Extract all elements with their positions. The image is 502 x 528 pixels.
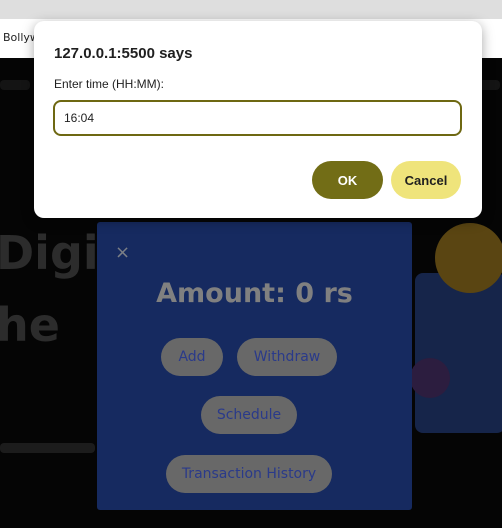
hero-heading-line: he: [0, 298, 60, 352]
browser-tab-strip: [0, 0, 502, 19]
hero-illustration-shape: [410, 358, 450, 398]
withdraw-button[interactable]: Withdraw: [237, 338, 337, 376]
dialog-title: 127.0.0.1:5500 says: [54, 45, 193, 62]
amount-display: Amount: 0 rs: [156, 278, 353, 309]
hero-illustration-coin: [435, 223, 502, 293]
hero-illustration-card: [415, 273, 502, 433]
wallet-modal: × Amount: 0 rs Add Withdraw Schedule Tra…: [97, 222, 412, 510]
schedule-button[interactable]: Schedule: [201, 396, 297, 434]
ok-button[interactable]: OK: [312, 161, 383, 199]
hero-subtext: [0, 443, 95, 453]
dialog-message: Enter time (HH:MM):: [54, 77, 165, 91]
cancel-button[interactable]: Cancel: [391, 161, 461, 199]
transaction-history-button[interactable]: Transaction History: [166, 455, 332, 493]
time-input[interactable]: [53, 100, 462, 136]
nav-link: [0, 80, 30, 90]
close-icon[interactable]: ×: [115, 244, 130, 262]
add-button[interactable]: Add: [161, 338, 223, 376]
prompt-dialog: 127.0.0.1:5500 says Enter time (HH:MM): …: [34, 21, 482, 218]
